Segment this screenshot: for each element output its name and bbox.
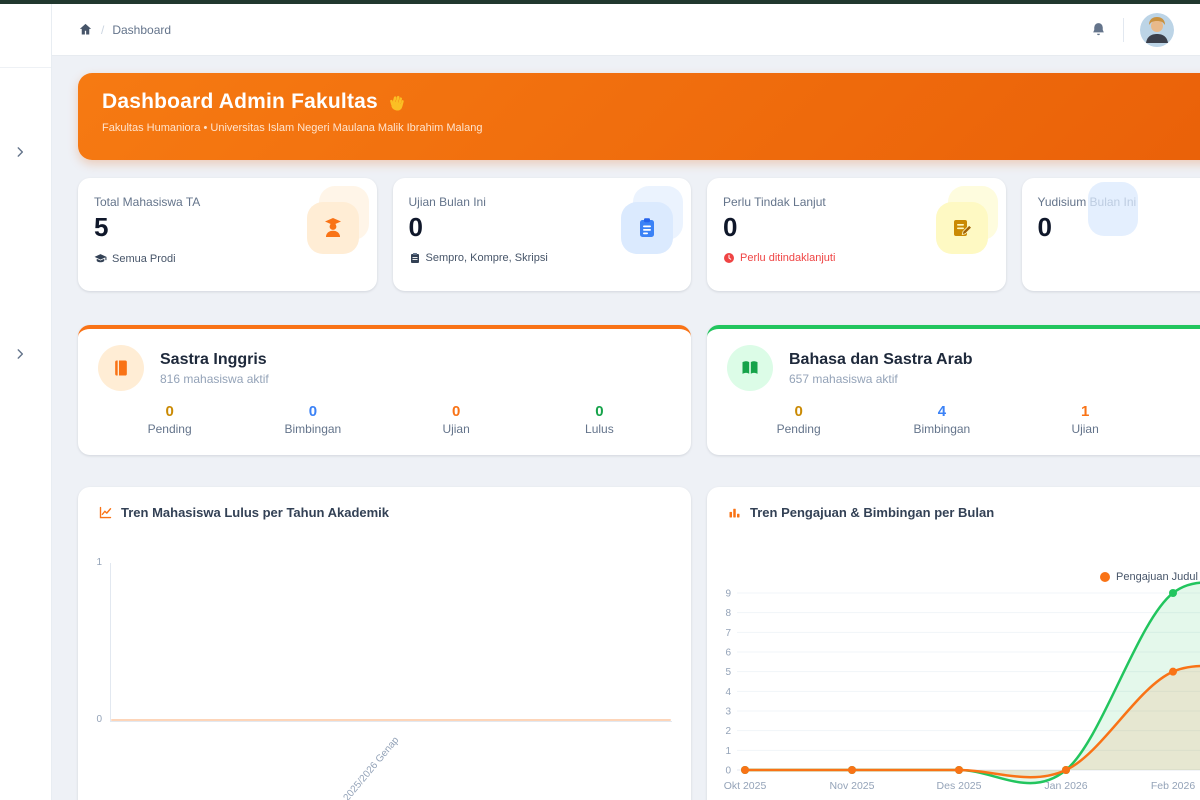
chevron-right-icon [17,349,24,359]
stat-card-ujian-bulan-ini: Ujian Bulan Ini 0 Sempro, Kompre, Skrips… [392,178,691,291]
program-stat-bimbingan: 0 Bimbingan [284,403,342,436]
trend-line-chart: 0 1 2 3 4 5 6 7 8 9 Okt 2025 Nov 2025 Des 2025 Jan 20… [724,581,1200,792]
open-book-icon [742,361,758,374]
y-axis-line [110,563,111,721]
svg-text:7: 7 [725,628,731,639]
sidebar [0,4,52,800]
top-accent-bar [0,0,1200,4]
avatar-photo-icon [1140,12,1174,47]
svg-text:Nov 2025: Nov 2025 [830,780,875,792]
program-stat-pending: 0 Pending [776,403,821,436]
graduation-cap-icon [94,254,107,263]
user-graduate-icon [324,218,341,237]
svg-text:Jan 2026: Jan 2026 [1044,780,1087,792]
program-active-count: 657 mahasiswa aktif [789,371,898,386]
waving-hand-icon [390,95,404,111]
main-content: Dashboard Admin Fakultas Fakultas Humani… [78,73,1200,800]
breadcrumb-current[interactable]: Dashboard [112,23,171,37]
topbar-divider [1123,17,1124,42]
breadcrumb: / Dashboard [78,22,171,37]
topbar: / Dashboard [52,4,1200,56]
x-axis-label: 2025/2026 Genap [341,735,402,800]
program-stat-ujian: 0 Ujian [442,403,470,436]
svg-text:5: 5 [725,667,731,678]
program-stats: 0Pending 4Bimbingan 1Ujian 0Lulus [727,403,1200,436]
banner-subtitle: Fakultas Humaniora • Universitas Islam N… [102,122,483,134]
svg-text:Feb 2026: Feb 2026 [1151,780,1196,792]
clipboard-icon [410,253,419,263]
stat-icon [619,186,683,254]
svg-text:3: 3 [725,707,731,718]
bell-icon [1093,23,1104,36]
series-zero-line [111,719,671,721]
x-axis-line [110,721,672,722]
line-chart-icon [99,506,112,519]
stat-icon [934,186,998,254]
sidebar-expand-group-1[interactable] [8,140,32,164]
page-title: Dashboard Admin Fakultas [102,90,1200,114]
note-edit-icon [953,220,972,236]
program-card-bahasa-sastra-arab: Bahasa dan Sastra Arab 657 mahasiswa akt… [707,325,1200,455]
program-stat-ujian: 1 Ujian [1071,403,1099,436]
book-icon [115,360,127,376]
stat-card-total-mahasiswa: Total Mahasiswa TA 5 Semua Prodi [78,178,377,291]
program-stat-lulus: 0Lulus [1157,403,1200,436]
svg-text:Okt 2025: Okt 2025 [724,780,767,792]
bar-chart-icon [729,508,740,518]
chevron-right-icon [17,147,24,157]
stat-cards-row: Total Mahasiswa TA 5 Semua Prodi Ujian B… [78,178,1200,291]
svg-text:1: 1 [725,746,731,757]
svg-text:8: 8 [725,608,731,619]
chart-title: Tren Pengajuan & Bimbingan per Bulan [727,505,994,520]
page-title-text: Dashboard Admin Fakultas [102,90,378,113]
sidebar-header [0,4,51,68]
svg-text:Des 2025: Des 2025 [937,780,982,792]
svg-text:0: 0 [725,766,731,777]
clipboard-icon [640,218,654,237]
svg-text:6: 6 [725,648,731,659]
breadcrumb-separator: / [101,22,105,37]
y-axis-tick: 1 [96,557,102,568]
chart-title: Tren Mahasiswa Lulus per Tahun Akademik [98,505,389,520]
program-stat-bimbingan: 4 Bimbingan [913,403,971,436]
program-active-count: 816 mahasiswa aktif [160,371,269,386]
svg-text:9: 9 [725,589,731,600]
program-name: Bahasa dan Sastra Arab [789,350,973,368]
charts-row: Tren Mahasiswa Lulus per Tahun Akademik … [78,487,1200,800]
alert-clock-icon [724,253,734,263]
stat-icon [305,186,369,254]
svg-text:4: 4 [725,687,731,698]
program-stat-lulus: 0Lulus [585,403,614,436]
welcome-banner: Dashboard Admin Fakultas Fakultas Humani… [78,73,1200,160]
chart-card-pengajuan-bimbingan: Tren Pengajuan & Bimbingan per Bulan Pen… [707,487,1200,800]
svg-text:2: 2 [725,726,731,737]
program-stats: 0 Pending 0 Bimbingan 0 Ujian 0 Lulus [98,403,671,436]
program-avatar [98,345,144,391]
program-stat-pending: 0 Pending [147,403,192,436]
home-icon[interactable] [78,22,93,37]
sidebar-expand-group-2[interactable] [8,342,32,366]
avatar[interactable] [1140,12,1174,47]
y-axis-tick: 0 [96,714,102,725]
program-name: Sastra Inggris [160,350,267,368]
chart-card-lulus-per-tahun: Tren Mahasiswa Lulus per Tahun Akademik … [78,487,691,800]
stat-card-yudisium-bulan-ini: Yudisium Bulan Ini 0 [1021,178,1200,291]
program-avatar [727,345,773,391]
stat-card-perlu-tindak-lanjut: Perlu Tindak Lanjut 0 Perlu ditindaklanj… [707,178,1006,291]
program-cards-row: Sastra Inggris 816 mahasiswa aktif 0 Pend… [78,325,1200,455]
program-card-sastra-inggris: Sastra Inggris 816 mahasiswa aktif 0 Pend… [78,325,691,455]
notifications-button[interactable] [1090,21,1107,38]
